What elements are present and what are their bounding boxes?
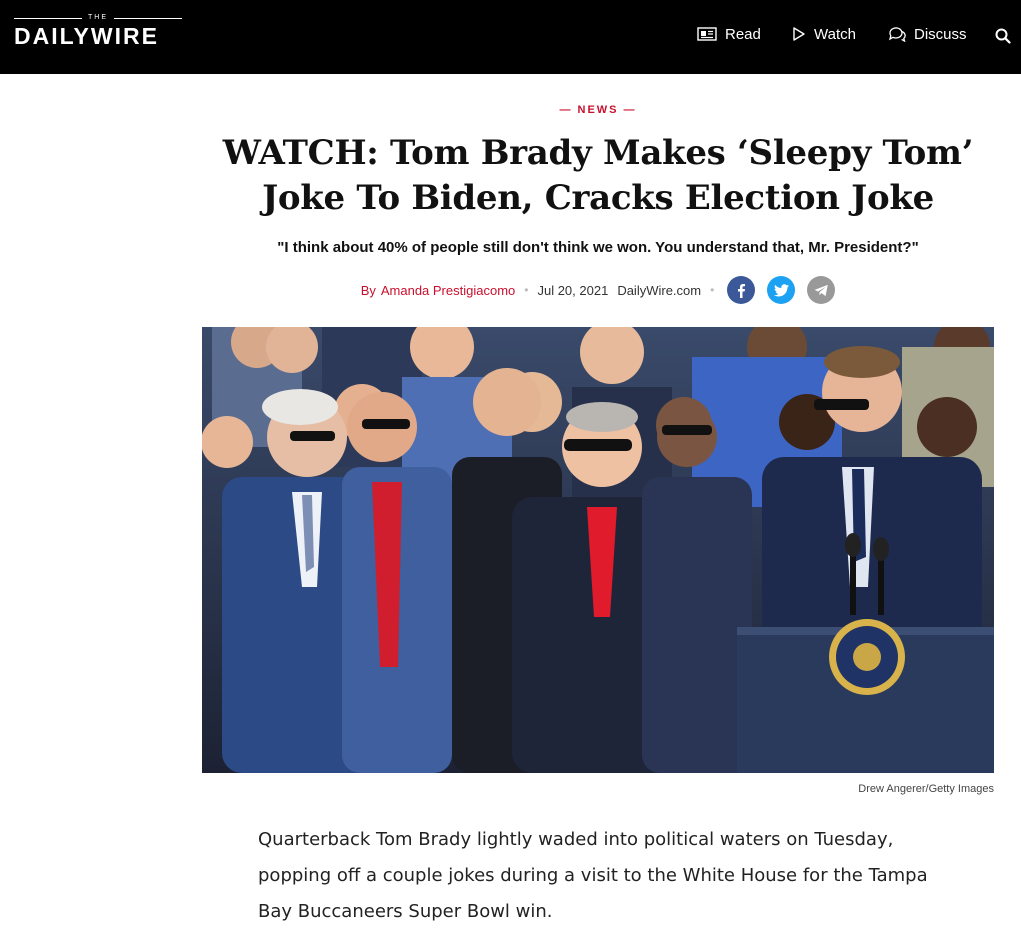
section-label[interactable]: — NEWS — [0,104,1021,116]
facebook-icon [738,283,746,298]
byline: By Amanda Prestigiacomo • Jul 20, 2021 D… [200,276,996,304]
byline-by: By [360,282,376,298]
search-button[interactable] [995,24,1019,48]
twitter-icon [773,283,789,296]
photo-credit: Drew Angerer/Getty Images [858,783,994,795]
article-photo [202,327,994,773]
article-headline: WATCH: Tom Brady Makes ‘Sleepy Tom’ Joke… [222,133,974,218]
author-link[interactable]: Amanda Prestigiacomo [381,283,515,298]
nav-read-label: Read [725,25,761,43]
search-icon [995,28,1011,44]
nav-discuss-label: Discuss [914,25,967,43]
facebook-share-button[interactable] [727,276,756,304]
logo-wordmark: DAILYWIRE [14,23,159,49]
telegram-share-button[interactable] [807,276,836,304]
article-subheadline: "I think about 40% of people still don't… [277,239,919,256]
daily-wire-logo[interactable]: THE DAILYWIRE [14,14,184,50]
top-navigation-bar: THE DAILYWIRE Read Watch Discuss [0,0,1021,74]
newspaper-icon [697,27,717,41]
separator-dot: • [524,283,529,297]
white-house-event-photo [202,327,994,773]
nav-watch-link[interactable]: Watch [792,22,856,46]
separator-dot: • [710,283,715,297]
nav-discuss-link[interactable]: Discuss [888,22,967,46]
article-body-paragraph: Quarterback Tom Brady lightly waded into… [258,829,928,922]
publisher-name: DailyWire.com [617,282,702,298]
telegram-icon [814,284,828,296]
chat-bubbles-icon [889,27,906,42]
logo-the: THE [14,14,182,22]
twitter-share-button[interactable] [767,276,796,304]
publish-date: Jul 20, 2021 [537,282,609,298]
nav-read-link[interactable]: Read [697,22,761,46]
play-icon [793,27,805,41]
nav-watch-label: Watch [814,25,856,43]
